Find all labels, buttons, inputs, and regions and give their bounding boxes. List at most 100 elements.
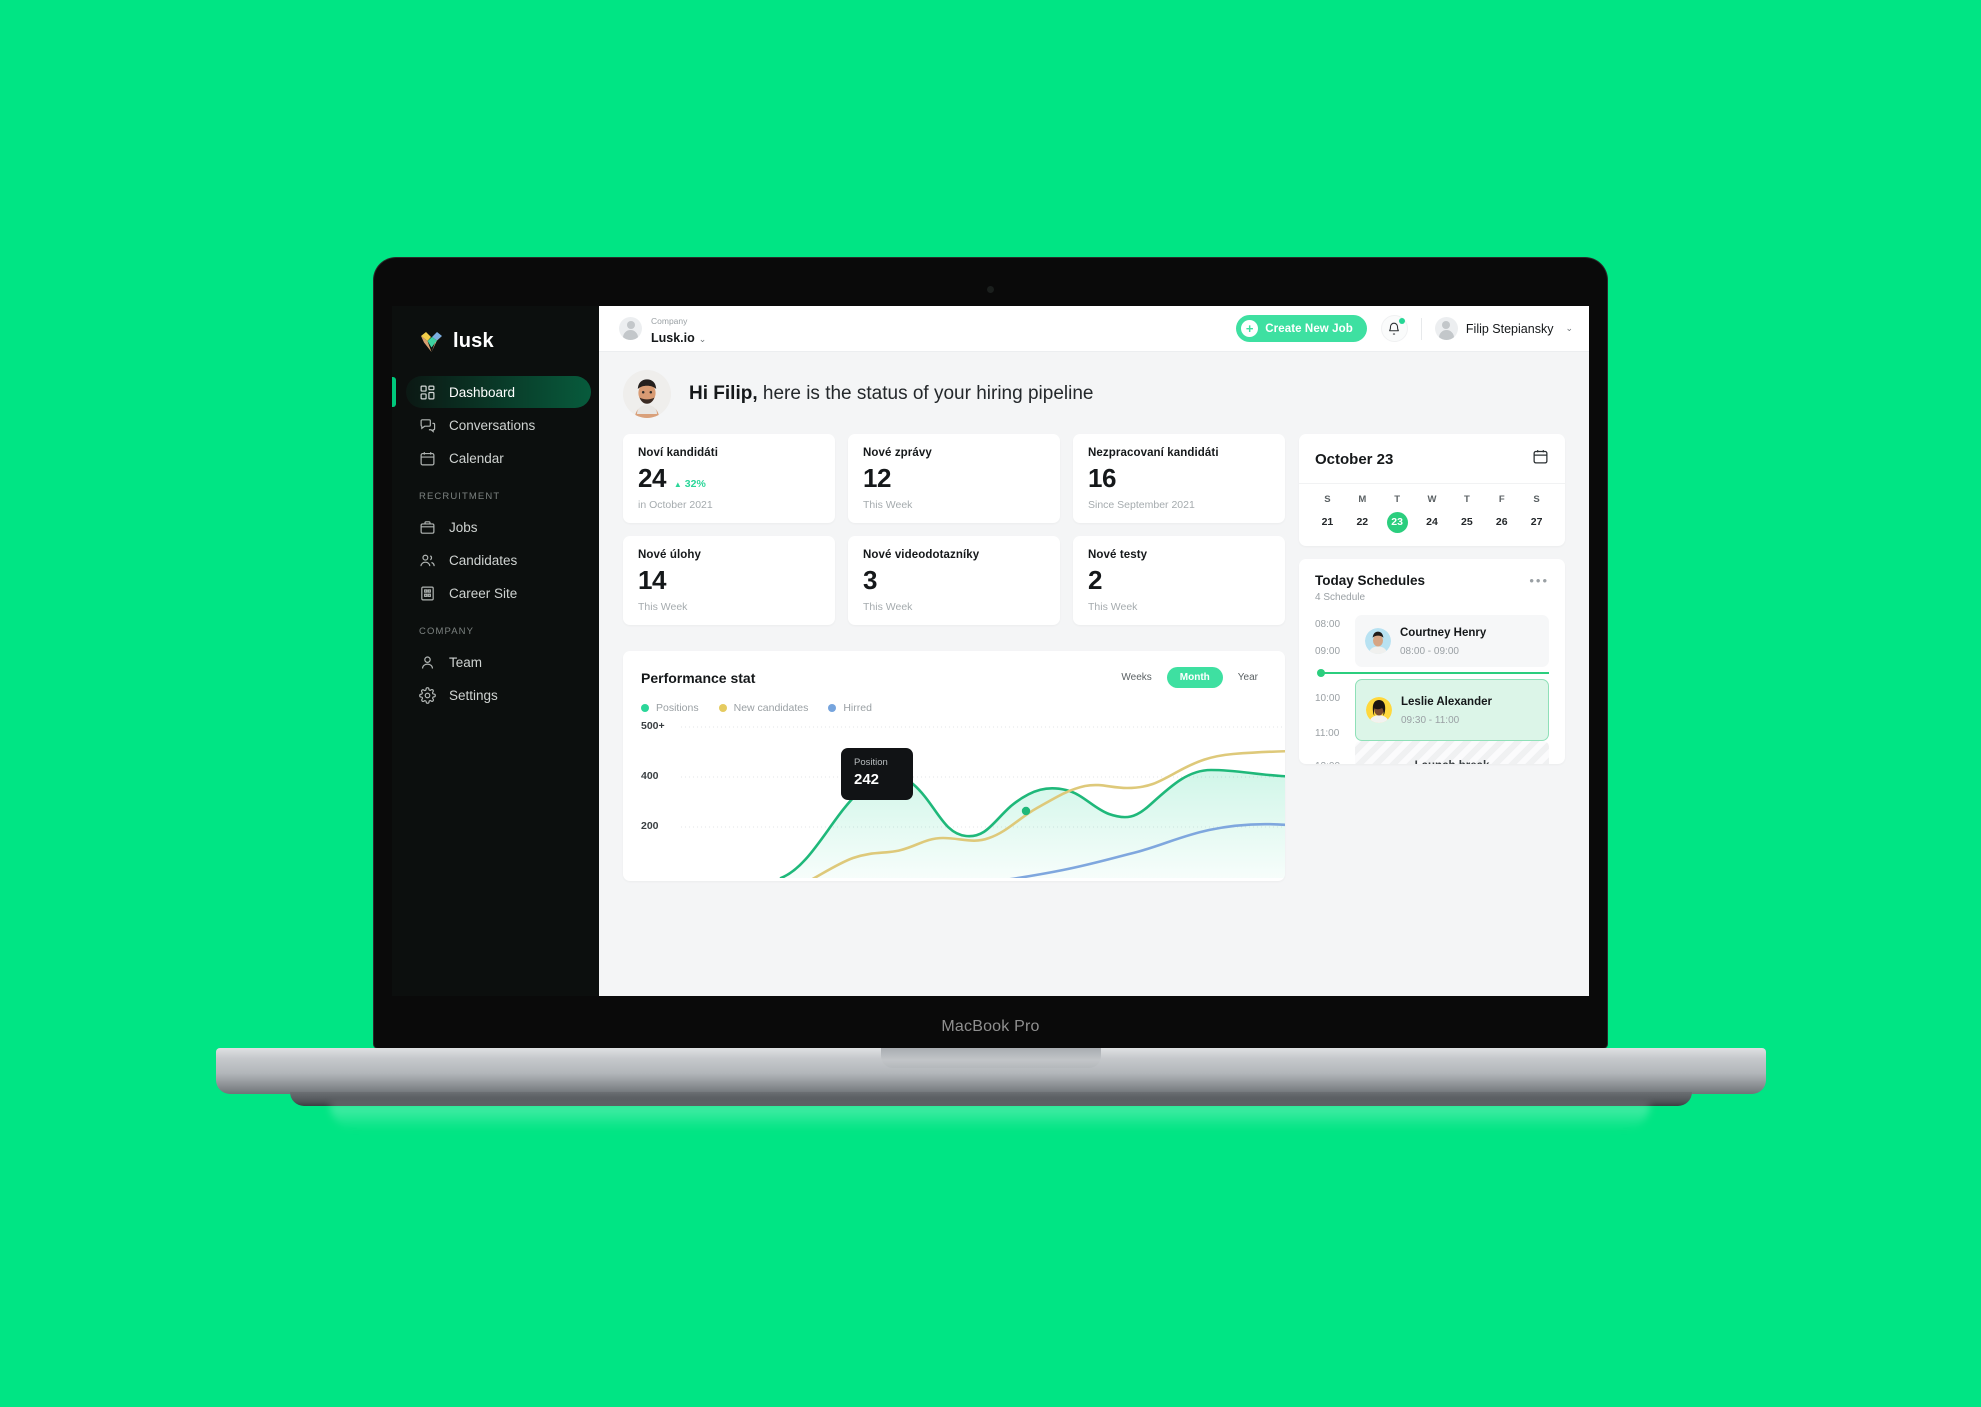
- legend-dot-positions: [641, 704, 649, 712]
- sidebar-section-recruitment: RECRUITMENT: [419, 491, 501, 502]
- performance-range-toggle: Weeks Month Year: [1112, 667, 1267, 688]
- more-options-icon[interactable]: •••: [1529, 573, 1549, 588]
- calendar-dow: S: [1533, 494, 1540, 505]
- create-new-job-button[interactable]: + Create New Job: [1236, 315, 1367, 342]
- main-area: Company Lusk.io ⌄ + Create New Job Filip…: [599, 306, 1589, 996]
- time-label: 08:00: [1315, 619, 1341, 630]
- stat-value-row: 16: [1088, 465, 1270, 491]
- stat-value: 14: [638, 565, 666, 595]
- building-icon: [419, 585, 436, 602]
- stat-value-row: 2: [1088, 567, 1270, 593]
- legend-label: New candidates: [733, 702, 809, 714]
- stat-card-novi-kandidati[interactable]: Noví kandidáti 24 ▲ 32% in October 2021: [623, 434, 835, 523]
- calendar-day-cell-today[interactable]: T 23: [1380, 494, 1415, 533]
- calendar-date-today: 23: [1386, 512, 1408, 533]
- stat-card-nove-videodotazniky[interactable]: Nové videodotazníky 3 This Week: [848, 536, 1060, 625]
- brand-logo-block[interactable]: lusk: [392, 320, 599, 375]
- notifications-button[interactable]: [1380, 315, 1408, 342]
- range-weeks-button[interactable]: Weeks: [1112, 668, 1160, 687]
- calendar-card: October 23 S 21 M 22 T 23 W 24 T 25 F 26…: [1299, 434, 1565, 546]
- schedule-item-leslie-alexander[interactable]: Leslie Alexander 09:30 - 11:00: [1355, 679, 1549, 741]
- sidebar-item-calendar[interactable]: Calendar: [406, 442, 591, 474]
- time-label: 10:00: [1315, 693, 1341, 704]
- calendar-date: 22: [1356, 516, 1369, 528]
- calendar-day-cell[interactable]: S 27: [1519, 494, 1554, 533]
- sidebar: lusk Dashboard Conversations Calendar RE…: [392, 306, 599, 996]
- stat-value: 3: [863, 565, 877, 595]
- legend-item-hirred[interactable]: Hirred: [828, 702, 872, 714]
- schedule-times: 08:00 09:00: [1315, 615, 1355, 667]
- greeting-bold: Hi Filip,: [689, 383, 758, 404]
- sidebar-item-jobs[interactable]: Jobs: [406, 511, 591, 543]
- time-label: 12:00: [1315, 761, 1355, 764]
- sidebar-item-team[interactable]: Team: [406, 646, 591, 678]
- y-tick-400: 400: [641, 770, 659, 782]
- calendar-header: October 23: [1299, 434, 1565, 484]
- stat-subtitle: Since September 2021: [1088, 499, 1195, 511]
- sidebar-section-company: COMPANY: [419, 626, 475, 637]
- calendar-date: 25: [1461, 516, 1473, 528]
- calendar-dow: F: [1498, 494, 1505, 505]
- calendar-dow: T: [1394, 494, 1401, 505]
- stat-subtitle: This Week: [863, 601, 913, 613]
- legend-item-positions[interactable]: Positions: [641, 702, 699, 714]
- schedule-item-courtney-henry[interactable]: Courtney Henry 08:00 - 09:00: [1355, 615, 1549, 667]
- user-menu[interactable]: Filip Stepiansky ⌄: [1434, 317, 1573, 340]
- calendar-month-label: October 23: [1315, 450, 1394, 468]
- screen-viewport: lusk Dashboard Conversations Calendar RE…: [392, 306, 1589, 996]
- current-time-indicator: [1315, 667, 1549, 679]
- sidebar-item-settings[interactable]: Settings: [406, 679, 591, 711]
- range-month-button[interactable]: Month: [1166, 667, 1223, 688]
- company-switcher[interactable]: Company Lusk.io ⌄: [619, 311, 706, 347]
- calendar-day-cell[interactable]: S 21: [1310, 494, 1345, 533]
- calendar-dow: M: [1358, 494, 1367, 505]
- schedule-item-launch-break[interactable]: Launch break: [1355, 741, 1549, 764]
- user-avatar: [1434, 317, 1458, 340]
- schedule-row: 12:00 Launch break: [1315, 741, 1549, 764]
- laptop-lid: lusk Dashboard Conversations Calendar RE…: [374, 258, 1607, 1048]
- stat-value: 12: [863, 463, 891, 493]
- calendar-picker-icon[interactable]: [1532, 448, 1549, 470]
- sidebar-item-label: Dashboard: [449, 384, 516, 400]
- stat-title: Nové zprávy: [863, 447, 932, 459]
- legend-label: Hirred: [843, 702, 872, 714]
- calendar-day-cell[interactable]: W 24: [1415, 494, 1450, 533]
- user-name: Filip Stepiansky: [1465, 321, 1554, 336]
- schedule-body: Leslie Alexander 09:30 - 11:00: [1355, 679, 1549, 741]
- sidebar-item-label: Jobs: [449, 519, 478, 535]
- sidebar-item-label: Team: [449, 654, 483, 670]
- time-label: 11:00: [1315, 728, 1340, 739]
- sidebar-item-dashboard[interactable]: Dashboard: [392, 376, 591, 408]
- chart-data-point-highlight[interactable]: [1021, 806, 1031, 816]
- calendar-day-cell[interactable]: T 25: [1449, 494, 1484, 533]
- stat-subtitle: This Week: [863, 499, 913, 511]
- stat-card-nove-zpravy[interactable]: Nové zprávy 12 This Week: [848, 434, 1060, 523]
- stat-card-row-1: Noví kandidáti 24 ▲ 32% in October 2021: [623, 434, 1285, 523]
- users-icon: [419, 552, 436, 569]
- sidebar-item-conversations[interactable]: Conversations: [406, 409, 591, 441]
- stat-value: 2: [1088, 565, 1102, 595]
- stat-card-nezpracovani-kandidati[interactable]: Nezpracovaní kandidáti 16 Since Septembe…: [1073, 434, 1285, 523]
- active-accent-bar: [392, 377, 396, 407]
- plus-icon: +: [1241, 320, 1259, 337]
- calendar-day-cell[interactable]: M 22: [1345, 494, 1380, 533]
- schedule-item-text: Leslie Alexander 09:30 - 11:00: [1401, 692, 1492, 728]
- calendar-dow: W: [1427, 494, 1437, 505]
- calendar-dow: T: [1463, 494, 1470, 505]
- greeting-banner: Hi Filip, here is the status of your hir…: [599, 352, 1589, 434]
- schedules-title: Today Schedules: [1315, 573, 1426, 588]
- range-year-button[interactable]: Year: [1229, 668, 1267, 687]
- stat-card-nove-ulohy[interactable]: Nové úlohy 14 This Week: [623, 536, 835, 625]
- stat-card-nove-testy[interactable]: Nové testy 2 This Week: [1073, 536, 1285, 625]
- notification-badge-dot: [1398, 318, 1405, 324]
- greeting-rest: here is the status of your hiring pipeli…: [757, 383, 1094, 404]
- legend-item-new-candidates[interactable]: New candidates: [718, 702, 809, 714]
- sidebar-item-candidates[interactable]: Candidates: [406, 544, 591, 576]
- greeting-text: Hi Filip, here is the status of your hir…: [689, 383, 1093, 405]
- schedules-list: 08:00 09:00 Courtney Henry 08:00 - 09:00…: [1315, 615, 1549, 764]
- calendar-day-cell[interactable]: F 26: [1484, 494, 1519, 533]
- calendar-icon: [419, 450, 436, 467]
- performance-header: Performance stat Weeks Month Year: [641, 667, 1267, 688]
- sidebar-item-label: Candidates: [449, 552, 518, 568]
- sidebar-item-career-site[interactable]: Career Site: [406, 577, 591, 609]
